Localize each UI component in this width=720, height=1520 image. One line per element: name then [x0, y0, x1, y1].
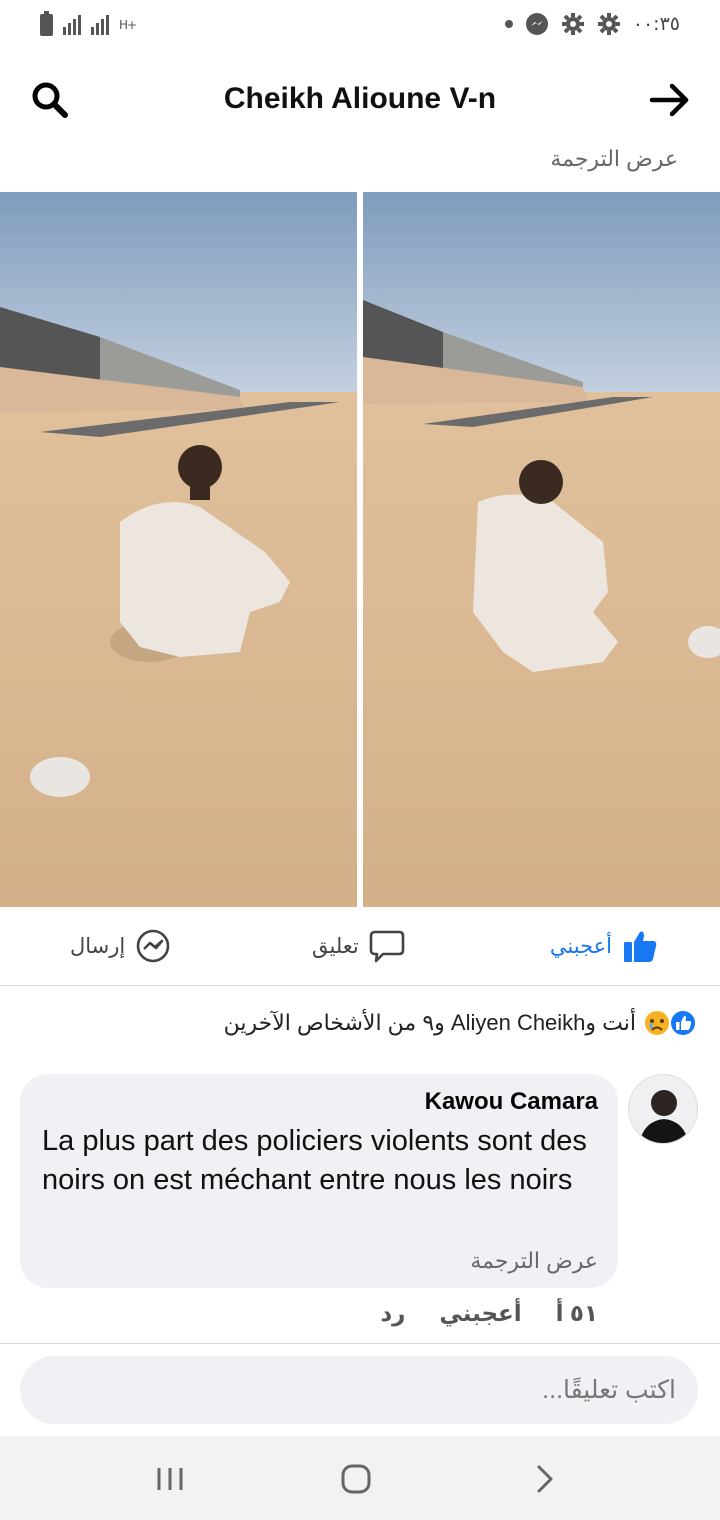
post-photo-left[interactable] — [0, 192, 357, 907]
avatar-image — [629, 1075, 697, 1143]
divider — [0, 1343, 720, 1344]
status-bar: H+ ٠٠:٣٥ — [0, 0, 720, 56]
comment-text: La plus part des policiers violents sont… — [42, 1125, 587, 1196]
settings-icon — [561, 13, 584, 35]
comment-input[interactable] — [20, 1356, 698, 1424]
post-photos — [0, 192, 720, 907]
comment-meta: ٥١ أ أعجبني رد — [380, 1300, 598, 1327]
comment-button[interactable]: تعليق — [312, 928, 405, 964]
thumbs-up-icon — [624, 931, 657, 962]
signal-icon — [63, 15, 81, 35]
comment-composer — [20, 1356, 698, 1424]
settings-icon-2 — [597, 13, 620, 35]
like-label: أعجبني — [549, 934, 612, 958]
comment-reply-button[interactable]: رد — [380, 1300, 405, 1327]
back-nav-icon[interactable] — [524, 1462, 564, 1496]
status-left: H+ — [40, 11, 137, 36]
header: Cheikh Alioune V-n — [0, 68, 720, 132]
reactions-text: أنت وAliyen Cheikh و٩ من الأشخاص الآخرين — [223, 1010, 636, 1035]
comment-like-button[interactable]: أعجبني — [439, 1300, 521, 1327]
photo-right-image — [363, 192, 720, 907]
reactions-summary[interactable]: أنت وAliyen Cheikh و٩ من الأشخاص الآخرين — [224, 1008, 698, 1038]
comment-see-translation-link[interactable]: عرض الترجمة — [470, 1248, 598, 1274]
like-reaction-icon — [669, 1009, 697, 1037]
status-time: ٠٠:٣٥ — [632, 13, 680, 35]
see-translation-link[interactable]: عرض الترجمة — [550, 146, 678, 172]
photo-left-image — [0, 192, 357, 907]
avatar[interactable] — [628, 1074, 698, 1144]
send-button[interactable]: إرسال — [70, 928, 171, 964]
reaction-icons — [642, 1008, 698, 1038]
messenger-icon — [525, 13, 548, 35]
status-right: ٠٠:٣٥ — [504, 12, 680, 36]
comment-time: ٥١ أ — [555, 1300, 598, 1326]
system-nav-bar — [0, 1436, 720, 1520]
post-actions: أعجبني تعليق إرسال — [0, 908, 720, 986]
comment-label: تعليق — [312, 934, 359, 958]
page-title: Cheikh Alioune V-n — [223, 82, 497, 115]
recent-apps-icon[interactable] — [150, 1462, 190, 1496]
send-label: إرسال — [70, 934, 126, 958]
comment-author[interactable]: Kawou Camara — [425, 1088, 598, 1116]
messenger-send-icon — [136, 929, 170, 963]
like-button[interactable]: أعجبني — [550, 928, 658, 964]
battery-icon — [40, 11, 53, 36]
home-icon[interactable] — [336, 1462, 376, 1496]
signal-icon-2 — [91, 15, 109, 35]
network-type: H+ — [119, 18, 137, 32]
notification-dot-icon — [504, 20, 513, 28]
post-photo-right[interactable] — [363, 192, 720, 907]
comment-bubble: Kawou Camara La plus part des policiers … — [20, 1074, 618, 1288]
back-arrow-icon[interactable] — [648, 78, 692, 122]
comment-icon — [369, 930, 405, 963]
